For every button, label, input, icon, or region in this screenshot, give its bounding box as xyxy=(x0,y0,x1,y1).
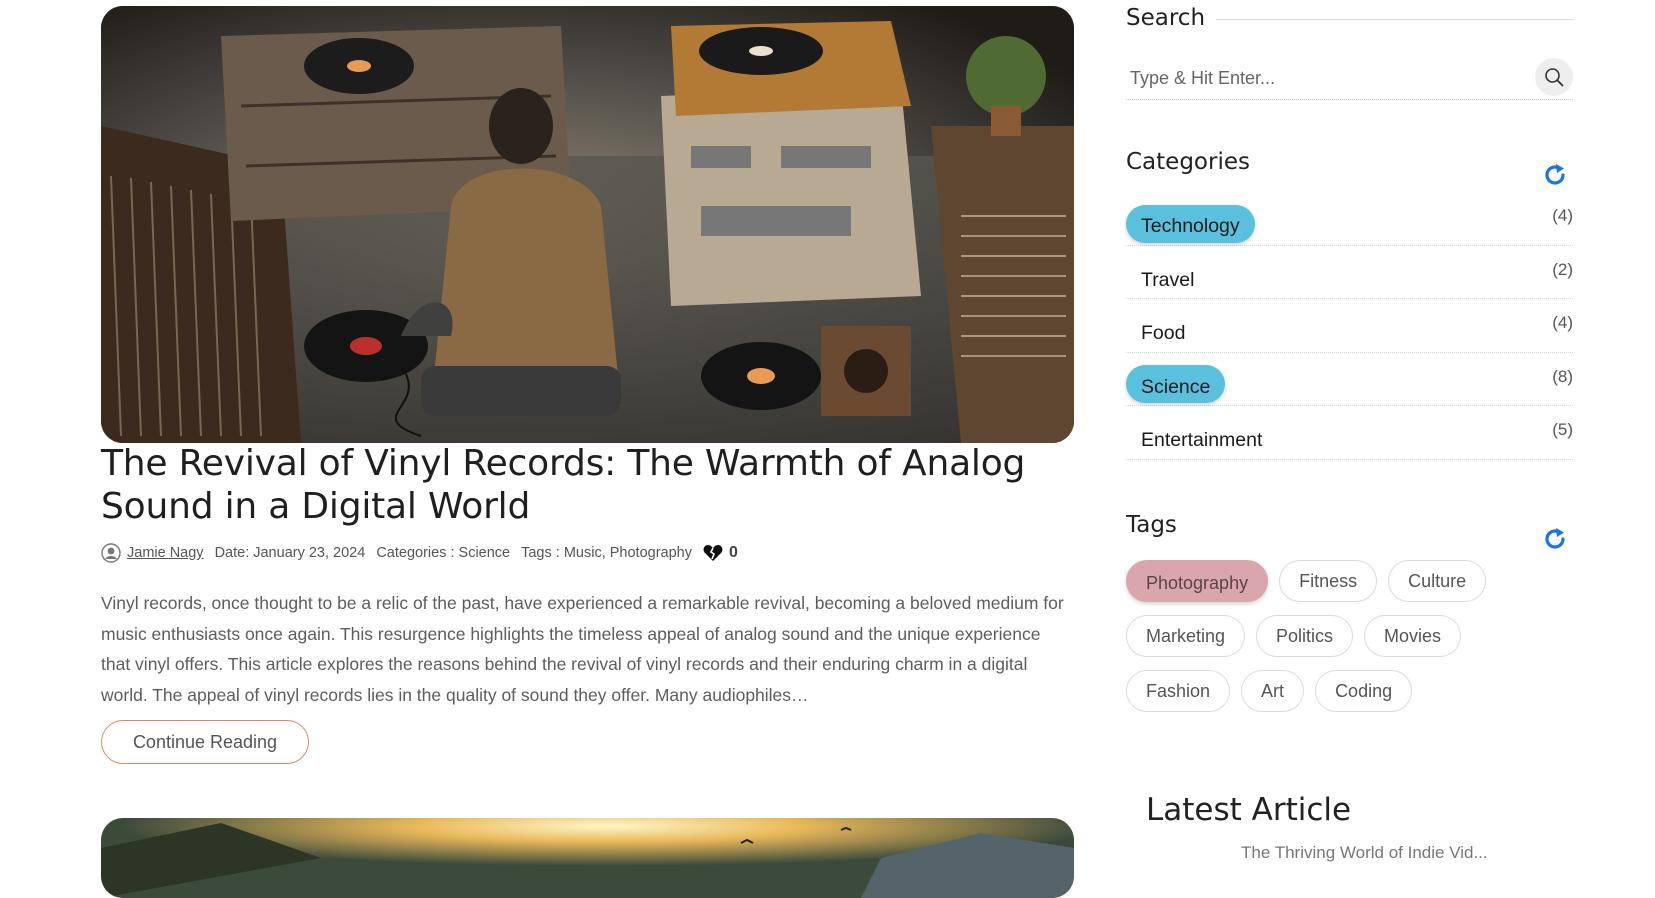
category-label[interactable]: Travel xyxy=(1126,258,1209,296)
tag-coding[interactable]: Coding xyxy=(1315,670,1413,712)
tag-row: Marketing Politics Movies xyxy=(1126,615,1573,670)
category-item-travel[interactable]: Travel (2) xyxy=(1126,246,1573,299)
category-item-technology[interactable]: Technology (4) xyxy=(1126,192,1573,246)
category-count: (4) xyxy=(1552,313,1573,332)
category-count: (2) xyxy=(1552,259,1573,279)
tag-marketing[interactable]: Marketing xyxy=(1126,615,1246,657)
search-widget-title: Search xyxy=(1126,5,1206,31)
category-count: (8) xyxy=(1552,366,1573,386)
tag-movies[interactable]: Movies xyxy=(1364,615,1462,657)
tag-cloud: Photography Fitness Culture Marketing Po… xyxy=(1126,560,1573,725)
tags-widget-title: Tags xyxy=(1126,512,1177,538)
search-form xyxy=(1126,56,1573,100)
post-categories: Categories : Science xyxy=(376,545,511,561)
author-link[interactable]: Jamie Nagy xyxy=(127,545,204,561)
post-meta: Jamie Nagy Date: January 23, 2024 Catego… xyxy=(101,543,749,563)
search-icon xyxy=(1545,68,1564,87)
category-list: Technology (4) Travel (2) Food (4) Scien… xyxy=(1126,192,1573,460)
tag-photography[interactable]: Photography xyxy=(1126,560,1269,602)
category-count: (4) xyxy=(1552,206,1573,225)
category-item-entertainment[interactable]: Entertainment (5) xyxy=(1126,406,1573,460)
user-icon xyxy=(101,543,121,563)
tag-row: Fashion Art Coding xyxy=(1126,670,1573,725)
refresh-categories-icon[interactable] xyxy=(1542,162,1568,188)
like-count: 0 xyxy=(728,544,738,561)
category-count: (5) xyxy=(1552,420,1573,439)
tag-art[interactable]: Art xyxy=(1241,670,1305,712)
refresh-tags-icon[interactable] xyxy=(1542,526,1568,552)
post-featured-image[interactable] xyxy=(101,6,1074,443)
latest-article-link[interactable]: The Thriving World of Indie Vid... xyxy=(1241,843,1488,863)
category-label[interactable]: Science xyxy=(1126,365,1226,403)
post-date: Date: January 23, 2024 xyxy=(214,545,366,561)
category-label[interactable]: Entertainment xyxy=(1126,419,1277,457)
main-column: The Revival of Vinyl Records: The Warmth… xyxy=(101,0,1074,898)
category-item-science[interactable]: Science (8) xyxy=(1126,353,1573,406)
tag-row: Photography Fitness Culture xyxy=(1126,560,1573,615)
tag-fitness[interactable]: Fitness xyxy=(1279,560,1378,602)
tag-fashion[interactable]: Fashion xyxy=(1126,670,1231,712)
latest-article-title: Latest Article xyxy=(1146,792,1352,828)
tag-politics[interactable]: Politics xyxy=(1256,615,1354,657)
landscape-illustration xyxy=(101,818,1074,898)
broken-heart-icon[interactable] xyxy=(703,544,723,562)
category-label[interactable]: Food xyxy=(1126,312,1200,350)
sidebar: Search Categories Technology (4) Travel … xyxy=(1126,0,1573,862)
post-excerpt: Vinyl records, once thought to be a reli… xyxy=(101,593,1064,705)
categories-widget-title: Categories xyxy=(1126,149,1250,175)
category-label[interactable]: Technology xyxy=(1126,204,1255,243)
post-title[interactable]: The Revival of Vinyl Records: The Warmth… xyxy=(101,442,1074,528)
search-button[interactable] xyxy=(1535,58,1573,96)
continue-reading-button[interactable]: Continue Reading xyxy=(101,720,309,764)
search-input[interactable] xyxy=(1128,62,1512,94)
post-tags: Tags : Music, Photography xyxy=(521,545,692,561)
search-title-divider xyxy=(1216,19,1573,20)
next-post-image[interactable] xyxy=(101,818,1074,898)
vinyl-room-illustration xyxy=(101,6,1074,443)
category-item-food[interactable]: Food (4) xyxy=(1126,299,1573,353)
tag-culture[interactable]: Culture xyxy=(1388,560,1487,602)
